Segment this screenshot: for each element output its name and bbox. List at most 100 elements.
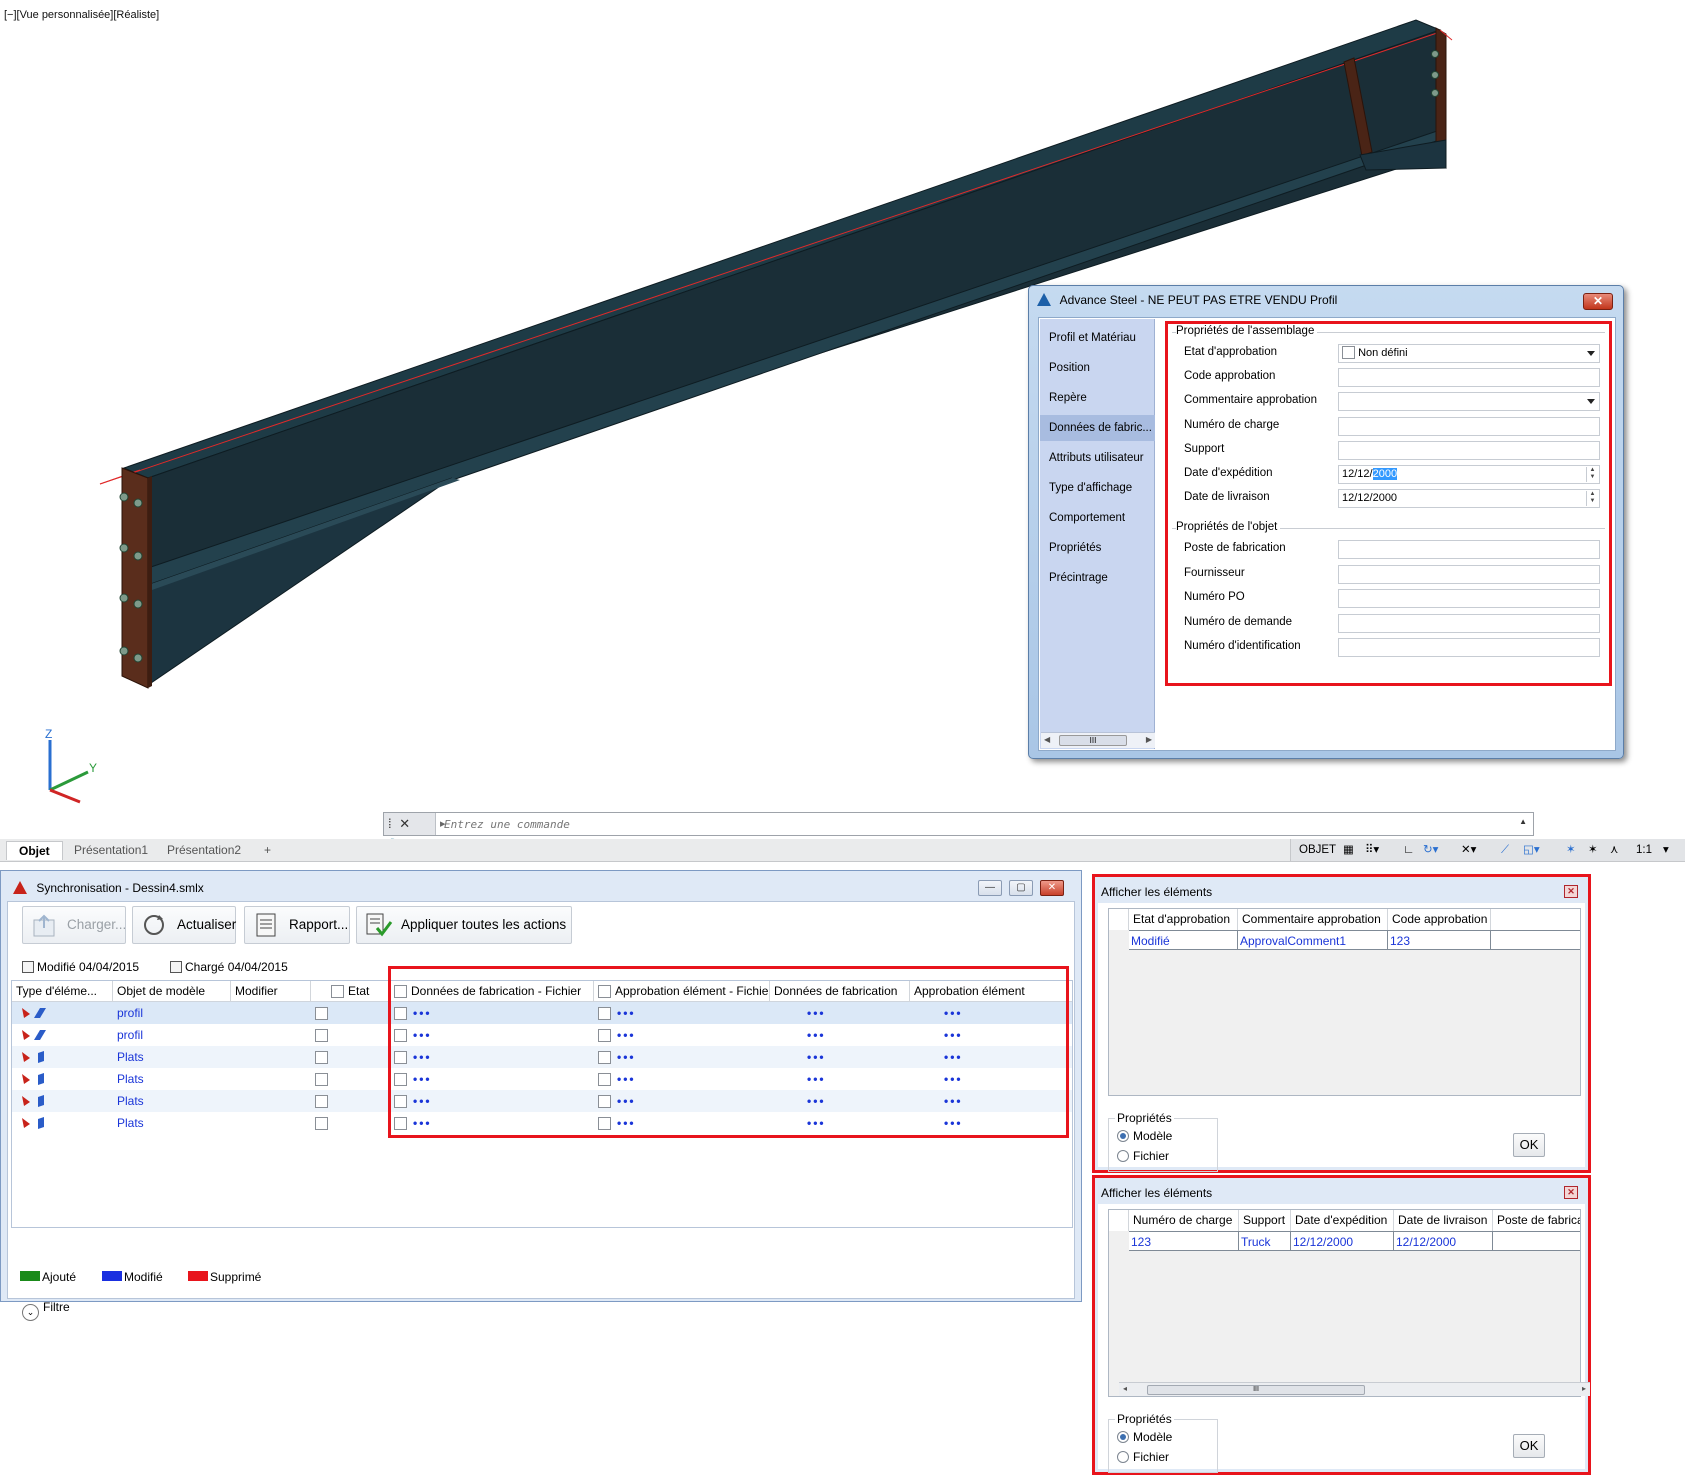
afficher-title[interactable]: Afficher les éléments bbox=[1101, 885, 1212, 899]
col-numero-charge[interactable]: Numéro de charge bbox=[1129, 1210, 1239, 1231]
scroll-right-icon[interactable]: ▸ bbox=[1582, 1384, 1586, 1393]
nav-item-type-affichage[interactable]: Type d'affichage bbox=[1040, 475, 1155, 501]
command-input[interactable] bbox=[444, 818, 1044, 831]
ortho-icon[interactable]: ∟ bbox=[1403, 839, 1414, 861]
nav-item-profil-materiau[interactable]: Profil et Matériau bbox=[1040, 325, 1155, 351]
col-code-approbation[interactable]: Code approbation bbox=[1388, 909, 1491, 930]
row-checkbox[interactable] bbox=[315, 1046, 328, 1068]
scroll-right-icon[interactable]: ▶ bbox=[1146, 735, 1152, 744]
model-space-toggle[interactable]: OBJET bbox=[1299, 839, 1336, 861]
minimize-icon[interactable]: — bbox=[978, 880, 1002, 896]
grid-icon[interactable]: ▦ bbox=[1343, 839, 1354, 861]
polar-icon[interactable]: ↻▾ bbox=[1423, 839, 1438, 861]
etat-approbation-dropdown[interactable]: Non défini bbox=[1338, 344, 1600, 363]
col-poste-fabrication[interactable]: Poste de fabrica bbox=[1493, 1210, 1580, 1231]
cell-etat[interactable]: Modifié bbox=[1129, 930, 1238, 950]
cell-poste-fabrication[interactable] bbox=[1493, 1231, 1580, 1251]
nav-item-attributs-utilisateur[interactable]: Attributs utilisateur bbox=[1040, 445, 1155, 471]
nav-item-position[interactable]: Position bbox=[1040, 355, 1155, 381]
annotation-scale-icon[interactable]: ✶ bbox=[1588, 839, 1598, 861]
poste-fabrication-field[interactable] bbox=[1338, 540, 1600, 559]
scroll-left-icon[interactable]: ◀ bbox=[1044, 735, 1050, 744]
date-spinner-icon[interactable]: ▲ ▼ bbox=[1586, 491, 1598, 506]
profil-dialog-titlebar[interactable]: Advance Steel - NE PEUT PAS ETRE VENDU P… bbox=[1037, 293, 1615, 313]
object-link[interactable]: profil bbox=[117, 1024, 143, 1046]
radio-file[interactable]: Fichier bbox=[1117, 1149, 1169, 1163]
cell-date-livraison[interactable]: 12/12/2000 bbox=[1394, 1231, 1493, 1251]
nav-item-repere[interactable]: Repère bbox=[1040, 385, 1155, 411]
scale-value[interactable]: 1:1 bbox=[1636, 839, 1652, 861]
cell-date-expedition[interactable]: 12/12/2000 bbox=[1291, 1231, 1394, 1251]
etat-approbation-checkbox[interactable] bbox=[1342, 346, 1355, 359]
lineweight-icon[interactable]: ⟋ bbox=[1501, 839, 1509, 861]
chevron-down-icon[interactable]: ▾ bbox=[1663, 839, 1669, 861]
close-icon[interactable]: ✕ bbox=[1564, 1186, 1578, 1199]
col-date-expedition[interactable]: Date d'expédition bbox=[1291, 1210, 1394, 1231]
col-etat-approbation[interactable]: Etat d'approbation bbox=[1129, 909, 1238, 930]
etat-header-checkbox[interactable] bbox=[331, 985, 344, 998]
row-checkbox[interactable] bbox=[315, 1090, 328, 1112]
tab-presentation2[interactable]: Présentation2 bbox=[155, 841, 253, 860]
radio-file[interactable]: Fichier bbox=[1117, 1450, 1169, 1464]
close-icon[interactable]: ✕ bbox=[1564, 885, 1578, 898]
horizontal-scrollbar[interactable]: ◂ III ▸ bbox=[1119, 1382, 1590, 1396]
col-etat[interactable]: Etat bbox=[311, 981, 390, 1002]
scroll-left-icon[interactable]: ◂ bbox=[1123, 1384, 1127, 1393]
cell-numero-charge[interactable]: 123 bbox=[1129, 1231, 1239, 1251]
close-icon[interactable]: ✕ bbox=[1040, 880, 1064, 896]
radio-model[interactable]: Modèle bbox=[1117, 1430, 1172, 1444]
command-line[interactable]: ⁞ ✕ 🔧 ▸ ▲ bbox=[383, 812, 1534, 853]
chevron-down-icon[interactable] bbox=[1587, 351, 1595, 356]
col-modifier[interactable]: Modifier bbox=[231, 981, 311, 1002]
ok-button[interactable]: OK bbox=[1513, 1133, 1545, 1157]
numero-demande-field[interactable] bbox=[1338, 614, 1600, 633]
numero-po-field[interactable] bbox=[1338, 589, 1600, 608]
row-checkbox[interactable] bbox=[315, 1002, 328, 1024]
radio-model[interactable]: Modèle bbox=[1117, 1129, 1172, 1143]
annotation-icon[interactable]: ✶ bbox=[1566, 839, 1576, 861]
load-button[interactable]: Charger... bbox=[22, 906, 126, 944]
cell-commentaire[interactable]: ApprovalComment1 bbox=[1238, 930, 1388, 950]
afficher-title[interactable]: Afficher les éléments bbox=[1101, 1186, 1212, 1200]
numero-identification-field[interactable] bbox=[1338, 638, 1600, 657]
workspace-icon[interactable]: ⋏ bbox=[1610, 839, 1618, 861]
date-spinner-icon[interactable]: ▲ ▼ bbox=[1586, 467, 1598, 482]
apply-all-button[interactable]: Appliquer toutes les actions bbox=[356, 906, 572, 944]
filter-toggle[interactable]: ⌄ Filtre bbox=[22, 1300, 70, 1321]
cell-support[interactable]: Truck bbox=[1239, 1231, 1291, 1251]
code-approbation-field[interactable] bbox=[1338, 368, 1600, 387]
col-type[interactable]: Type d'éléme... bbox=[12, 981, 113, 1002]
nav-scroll-thumb[interactable]: III bbox=[1059, 735, 1127, 746]
nav-item-comportement[interactable]: Comportement bbox=[1040, 505, 1155, 531]
tab-add[interactable]: + bbox=[252, 841, 283, 860]
date-expedition-field[interactable]: 12/12/2000 ▲ ▼ bbox=[1338, 465, 1600, 484]
ok-button[interactable]: OK bbox=[1513, 1434, 1545, 1458]
numero-charge-field[interactable] bbox=[1338, 417, 1600, 436]
chevron-down-icon[interactable] bbox=[1587, 399, 1595, 404]
col-commentaire-approbation[interactable]: Commentaire approbation bbox=[1238, 909, 1388, 930]
nav-item-precintrage[interactable]: Précintrage bbox=[1040, 565, 1155, 591]
col-object[interactable]: Objet de modèle bbox=[113, 981, 231, 1002]
chevron-up-icon[interactable]: ▲ bbox=[1519, 817, 1527, 826]
date-livraison-field[interactable]: 12/12/2000 ▲ ▼ bbox=[1338, 489, 1600, 508]
tab-presentation1[interactable]: Présentation1 bbox=[62, 841, 160, 860]
refresh-button[interactable]: Actualiser bbox=[132, 906, 236, 944]
transparency-icon[interactable]: ◱▾ bbox=[1523, 839, 1540, 861]
object-link[interactable]: Plats bbox=[117, 1090, 144, 1112]
cell-code[interactable]: 123 bbox=[1388, 930, 1491, 950]
row-checkbox[interactable] bbox=[315, 1068, 328, 1090]
object-link[interactable]: Plats bbox=[117, 1068, 144, 1090]
object-link[interactable]: Plats bbox=[117, 1046, 144, 1068]
sync-window-titlebar[interactable]: Synchronisation - Dessin4.smlx bbox=[13, 881, 204, 895]
object-link[interactable]: profil bbox=[117, 1002, 143, 1024]
row-checkbox[interactable] bbox=[315, 1112, 328, 1134]
command-line-handle[interactable]: ⁞ ✕ 🔧 bbox=[384, 813, 436, 853]
horizontal-scroll-thumb[interactable]: III bbox=[1147, 1385, 1365, 1395]
model-viewport[interactable]: [−][Vue personnalisée][Réaliste] Z Y Adv… bbox=[0, 0, 1685, 810]
tab-objet[interactable]: Objet bbox=[6, 841, 63, 860]
snap-icon[interactable]: ⠿▾ bbox=[1365, 839, 1379, 861]
support-field[interactable] bbox=[1338, 441, 1600, 460]
nav-item-proprietes[interactable]: Propriétés bbox=[1040, 535, 1155, 561]
fournisseur-field[interactable] bbox=[1338, 565, 1600, 584]
row-checkbox[interactable] bbox=[315, 1024, 328, 1046]
